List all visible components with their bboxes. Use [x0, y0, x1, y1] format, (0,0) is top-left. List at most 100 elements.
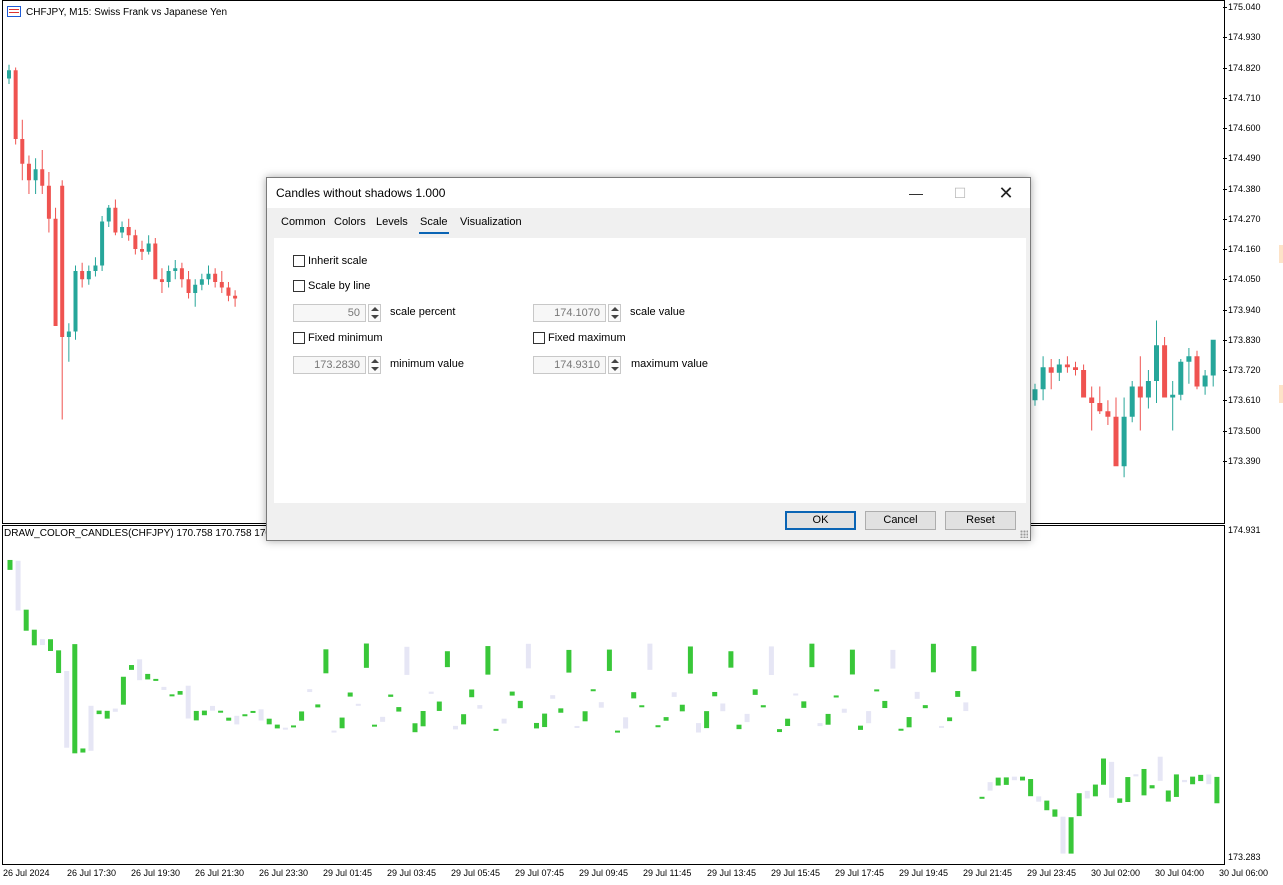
indicator-pale-candle — [185, 685, 191, 719]
indicator-pale-candle — [671, 692, 677, 697]
tab-levels[interactable]: Levels — [376, 216, 408, 228]
indicator-green-candle — [420, 710, 426, 727]
bull-candle — [1040, 367, 1046, 390]
price-label: 173.720 — [1228, 365, 1261, 375]
bull-candle — [106, 207, 111, 222]
indicator-green-candle — [193, 710, 199, 721]
spin-arrows[interactable] — [368, 304, 381, 322]
bear-candle — [219, 282, 224, 288]
indicator-green-candle — [201, 710, 207, 716]
bull-candle — [173, 268, 178, 271]
spin-up-icon[interactable] — [371, 359, 379, 363]
indicator-green-candle — [534, 722, 539, 729]
spin-down-icon[interactable] — [371, 315, 379, 319]
maximum-value-input[interactable]: 174.9310 — [533, 356, 606, 374]
price-label: 173.610 — [1228, 395, 1261, 406]
indicator-pale-candle — [598, 702, 604, 708]
indicator-green-candle — [1028, 779, 1034, 797]
indicator-pale-candle — [866, 711, 872, 724]
spin-arrows[interactable] — [608, 304, 621, 322]
indicator-green-candle — [760, 705, 766, 708]
indicator-green-candle — [250, 710, 256, 713]
indicator-pale-candle — [1084, 790, 1090, 799]
scale-by-line-checkbox[interactable] — [293, 280, 305, 292]
bear-candle — [1105, 411, 1111, 417]
indicator-green-candle — [493, 728, 499, 731]
time-label: 26 Jul 2024 — [3, 868, 50, 878]
minimum-value-stepper[interactable]: 173.2830 — [293, 356, 381, 374]
resize-grip-icon[interactable] — [1020, 530, 1028, 538]
scale-percent-stepper[interactable]: 50 — [293, 304, 381, 322]
indicator-green-candle — [615, 730, 620, 733]
price-label: 173.500 — [1228, 425, 1261, 436]
bull-candle — [199, 279, 204, 285]
spin-down-icon[interactable] — [611, 367, 619, 371]
indicator-pale-candle — [1182, 779, 1187, 783]
tab-colors[interactable]: Colors — [334, 216, 366, 228]
indicator-green-candle — [566, 649, 572, 673]
indicator-pale-candle — [1206, 774, 1212, 785]
indicator-pale-candle — [939, 725, 944, 728]
indicator-pale-candle — [647, 643, 653, 670]
spin-down-icon[interactable] — [611, 315, 619, 319]
bull-candle — [193, 284, 198, 293]
bear-candle — [1064, 364, 1070, 368]
scale-tab-content: Inherit scale Scale by line 50 scale per… — [274, 238, 1026, 503]
fixed-maximum-checkbox[interactable] — [533, 332, 545, 344]
indicator-green-candle — [315, 704, 321, 708]
indicator-green-candle — [509, 691, 515, 696]
indicator-title: DRAW_COLOR_CANDLES(CHFJPY) 170.758 170.7… — [4, 528, 285, 539]
indicator-green-candle — [412, 723, 418, 733]
indicator-green-candle — [1214, 776, 1220, 804]
indicator-pale-candle — [39, 639, 45, 646]
spin-arrows[interactable] — [608, 356, 621, 374]
spin-down-icon[interactable] — [371, 367, 379, 371]
bull-candle — [33, 169, 38, 181]
indicator-green-candle — [226, 717, 232, 721]
fixed-maximum-label: Fixed maximum — [548, 332, 626, 344]
bull-candle — [86, 271, 91, 280]
reset-button[interactable]: Reset — [945, 511, 1016, 530]
scale-percent-input[interactable]: 50 — [293, 304, 366, 322]
minimum-value-input[interactable]: 173.2830 — [293, 356, 366, 374]
tab-visualization[interactable]: Visualization — [460, 216, 522, 228]
inherit-scale-checkbox[interactable] — [293, 255, 305, 267]
maximize-icon[interactable]: ☐ — [937, 178, 983, 208]
price-tick — [1223, 249, 1227, 250]
indicator-green-candle — [145, 673, 151, 680]
indicator-green-candle — [96, 710, 102, 715]
price-tick — [1223, 339, 1227, 341]
ok-button[interactable]: OK — [785, 511, 856, 530]
spin-arrows[interactable] — [368, 356, 381, 374]
dialog-titlebar[interactable]: Candles without shadows 1.000 — ☐ ✕ — [267, 178, 1030, 208]
cancel-button[interactable]: Cancel — [865, 511, 936, 530]
tab-common[interactable]: Common — [281, 216, 326, 228]
bull-candle — [1121, 416, 1127, 467]
indicator-green-candle — [606, 649, 612, 671]
tab-scale[interactable]: Scale — [419, 216, 449, 234]
scale-value-stepper[interactable]: 174.1070 — [533, 304, 621, 322]
spin-up-icon[interactable] — [371, 307, 379, 311]
minimum-value-label: minimum value — [390, 358, 464, 370]
indicator-green-candle — [274, 724, 280, 729]
minimize-icon[interactable]: — — [893, 178, 939, 208]
bull-candle — [166, 271, 171, 282]
scale-value-input[interactable]: 174.1070 — [533, 304, 606, 322]
indicator-green-candle — [347, 692, 353, 697]
price-label: 174.930 — [1228, 32, 1261, 43]
spin-up-icon[interactable] — [611, 307, 619, 311]
spin-up-icon[interactable] — [611, 359, 619, 363]
fixed-minimum-checkbox[interactable] — [293, 332, 305, 344]
indicator-green-candle — [736, 724, 742, 730]
indicator-green-candle — [590, 689, 596, 692]
indicator-pale-candle — [1036, 796, 1042, 802]
close-icon[interactable]: ✕ — [983, 178, 1029, 208]
bear-candle — [1081, 370, 1087, 398]
indicator-green-candle — [655, 725, 661, 728]
bear-candle — [1097, 403, 1103, 412]
indicator-green-candle — [582, 711, 588, 722]
indicator-green-candle — [979, 796, 985, 799]
maximum-value-stepper[interactable]: 174.9310 — [533, 356, 621, 374]
price-tick — [1223, 128, 1227, 129]
bull-candle — [1154, 345, 1159, 381]
